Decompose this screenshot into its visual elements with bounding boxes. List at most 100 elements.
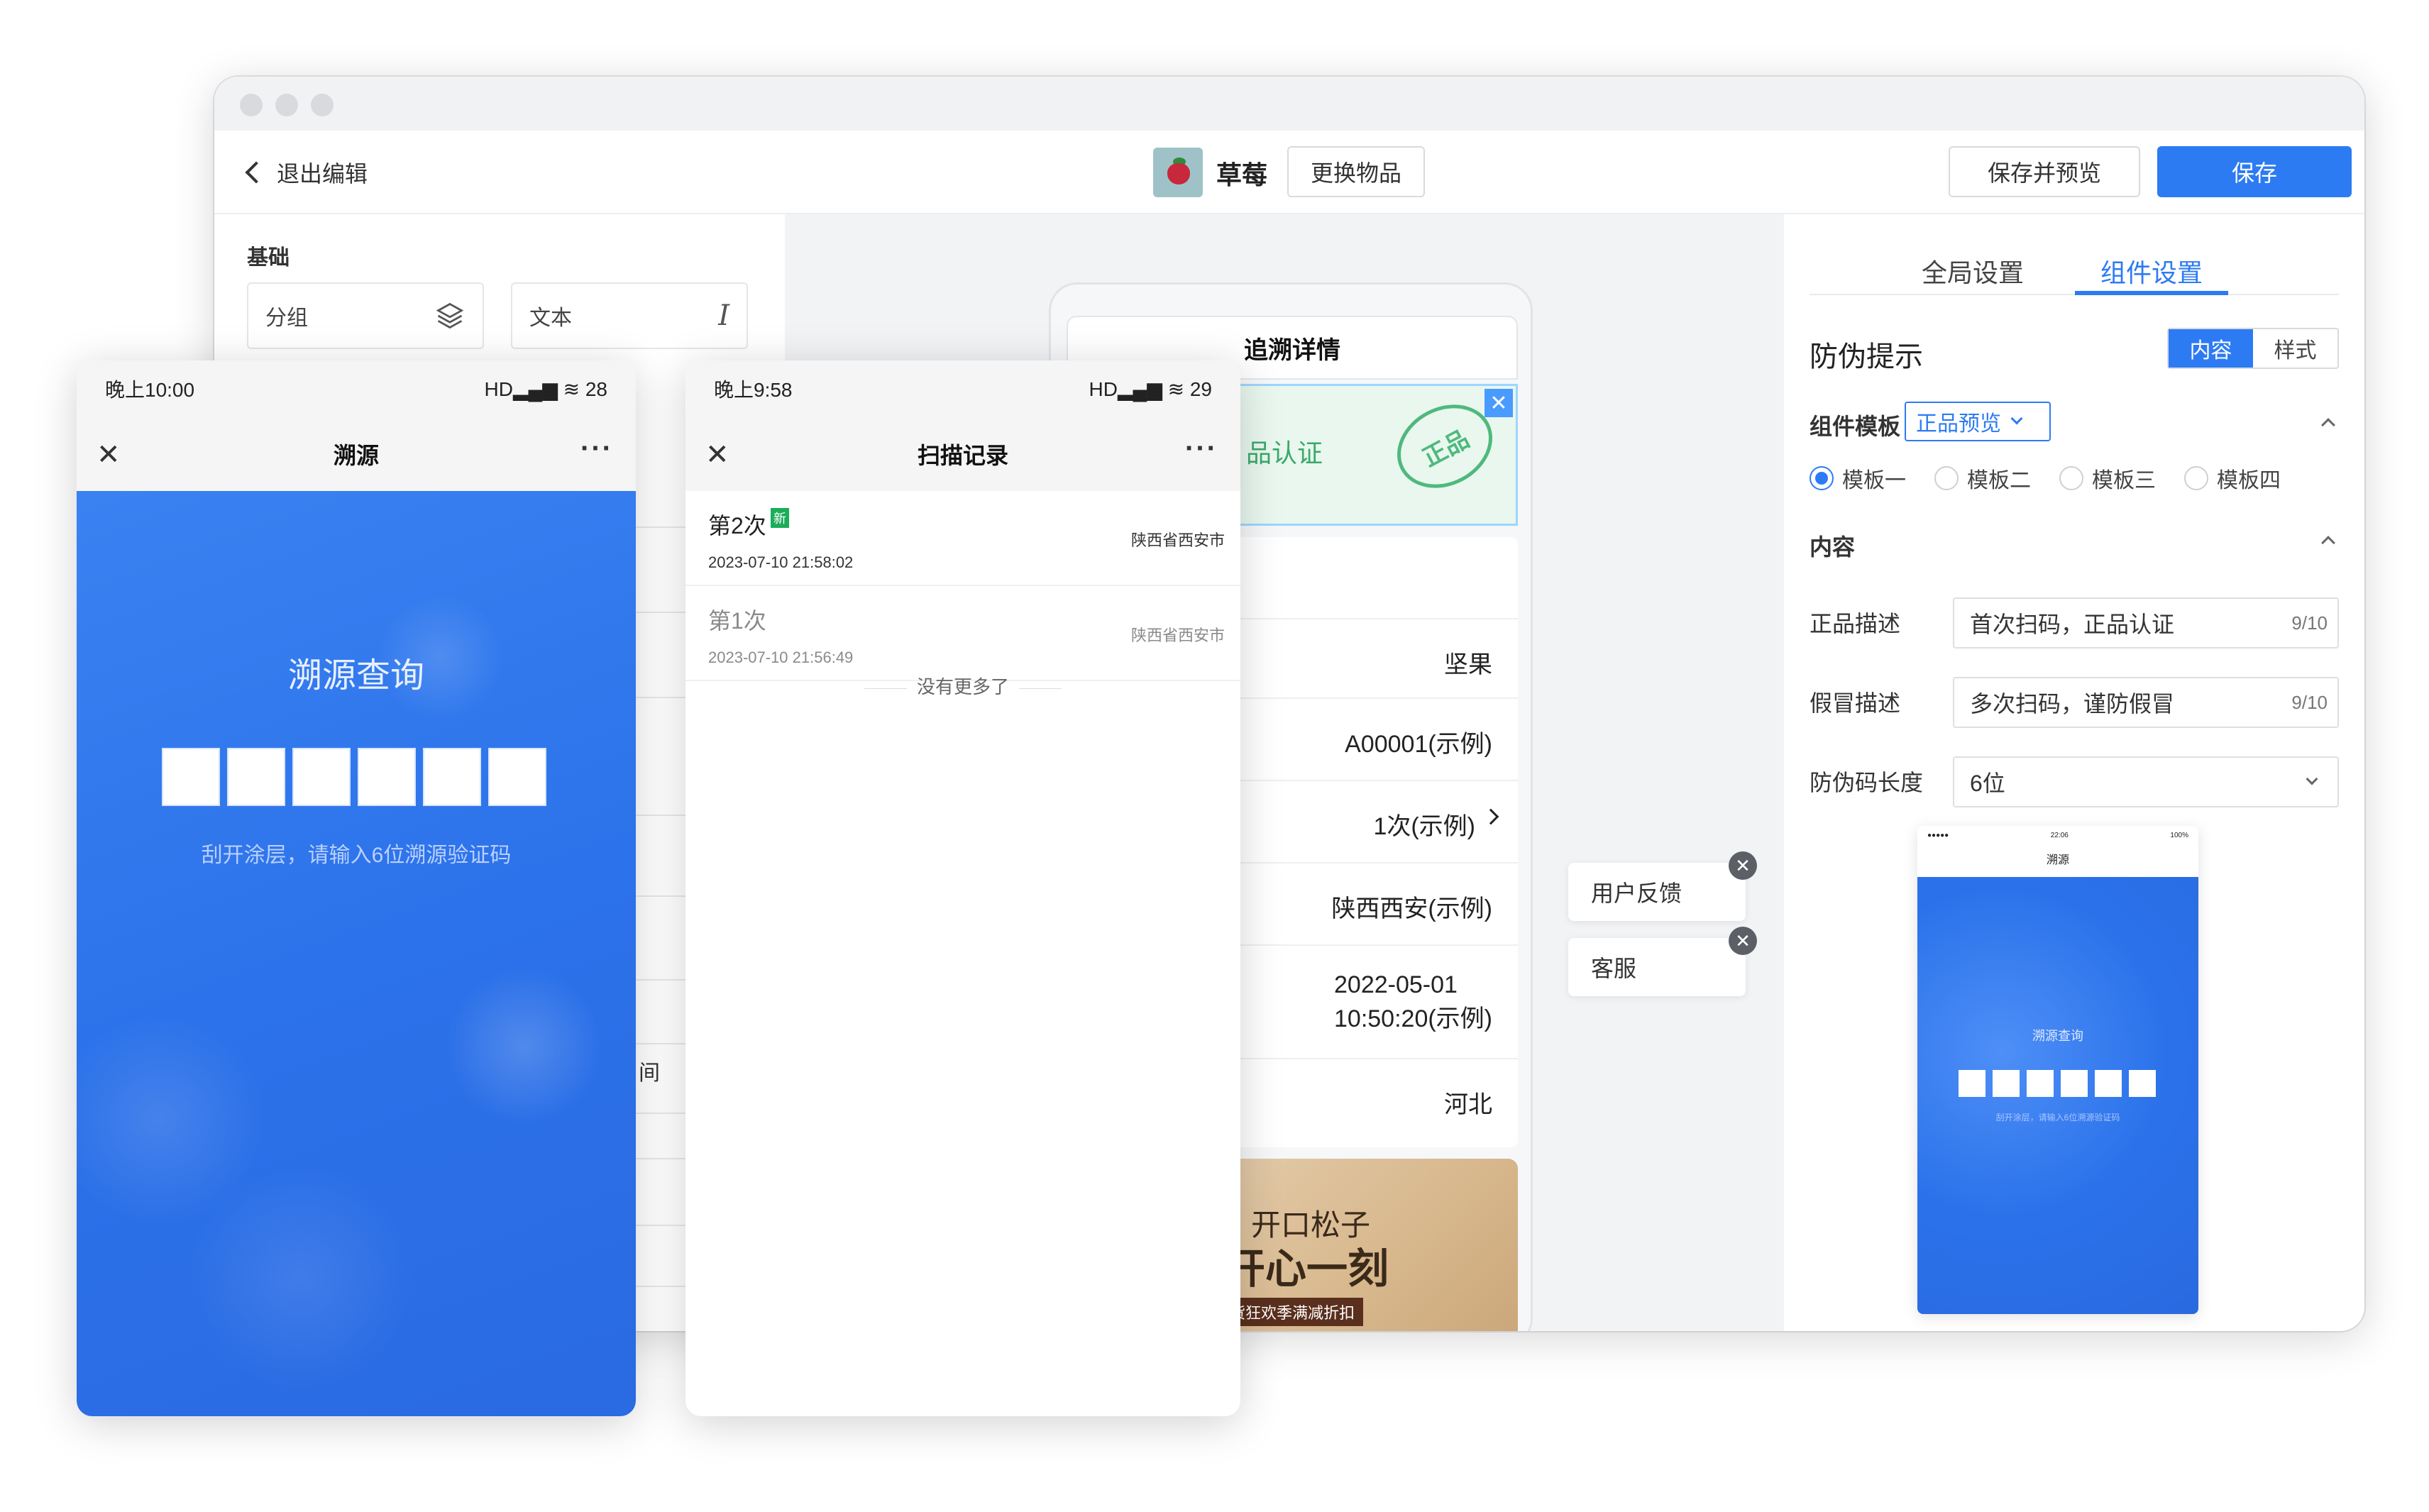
radio-template-2[interactable]: 模板二	[1934, 463, 2031, 494]
fake-desc-label: 假冒描述	[1810, 690, 1901, 716]
fake-desc-count: 9/10	[2291, 691, 2328, 713]
collapse-content-icon[interactable]	[2321, 536, 2335, 550]
change-item-button[interactable]: 更换物品	[1287, 146, 1425, 197]
customer-service-label: 客服	[1591, 956, 1637, 981]
trace-hint: 刮开涂层，请输入6位溯源验证码	[201, 844, 512, 867]
fake-desc-input[interactable]: 多次扫码，谨防假冒 9/10	[1953, 677, 2339, 728]
code-length-select[interactable]: 6位	[1953, 756, 2339, 807]
scan-record-phone: 晚上9:58 HD▂▄▆ ≋ 29 ✕ 扫描记录 ··· 第2次新 2023-0…	[685, 360, 1240, 1416]
mini-title: 溯源	[2046, 854, 2069, 866]
customer-service-button[interactable]: 客服 ✕	[1568, 927, 1757, 996]
genuine-desc-value: 首次扫码，正品认证	[1970, 612, 2175, 637]
genuine-desc-label: 正品描述	[1810, 611, 1901, 636]
genuine-desc-count: 9/10	[2291, 612, 2328, 634]
save-preview-button[interactable]: 保存并预览	[1949, 146, 2140, 197]
scan-location: 陕西省西安市	[1130, 627, 1225, 644]
status-bar: 晚上10:00 HD▂▄▆ ≋ 28	[77, 360, 636, 417]
chevron-down-icon	[2010, 412, 2023, 425]
content-section-label: 内容	[1810, 534, 1856, 560]
scan-time: 2023-07-10 21:58:02	[708, 553, 854, 571]
more-icon[interactable]: ···	[1185, 433, 1218, 465]
exit-edit-label: 退出编辑	[277, 161, 368, 187]
code-length-value: 6位	[1970, 771, 2005, 796]
status-time: 晚上9:58	[714, 379, 793, 401]
info-value: 2022-05-01 10:50:20(示例)	[1334, 971, 1492, 1034]
component-group-label: 分组	[265, 307, 308, 330]
info-value: A00001(示例)	[1345, 731, 1492, 758]
panel-heading: 防伪提示	[1810, 341, 1923, 373]
tab-global-settings[interactable]: 全局设置	[1922, 253, 2024, 289]
template-radio-group: 模板一 模板二 模板三 模板四	[1810, 463, 2309, 494]
radio-template-1[interactable]: 模板一	[1810, 463, 1906, 494]
component-group[interactable]: 分组	[247, 282, 484, 349]
scan-location: 陕西省西安市	[1130, 531, 1225, 549]
template-select-value: 正品预览	[1916, 412, 2001, 436]
chevron-left-icon	[245, 161, 268, 184]
new-badge: 新	[770, 508, 789, 528]
tab-component-settings[interactable]: 组件设置	[2100, 253, 2203, 289]
left-list-stub: 间	[639, 1061, 660, 1085]
code-box[interactable]	[358, 748, 416, 806]
close-icon[interactable]: ✕	[97, 438, 121, 471]
remove-feedback-icon[interactable]: ✕	[1729, 851, 1757, 880]
text-cursor-icon: I	[718, 299, 729, 332]
window-minimize-dot[interactable]	[275, 94, 298, 116]
genuine-desc-input[interactable]: 首次扫码，正品认证 9/10	[1953, 597, 2339, 649]
status-icons: HD▂▄▆ ≋ 28	[484, 377, 607, 400]
promo-line2: 开心一刻	[1224, 1246, 1389, 1292]
seg-style[interactable]: 样式	[2253, 329, 2337, 368]
remove-service-icon[interactable]: ✕	[1729, 927, 1757, 955]
window-zoom-dot[interactable]	[311, 94, 334, 116]
code-box[interactable]	[227, 748, 285, 806]
exit-edit-button[interactable]: 退出编辑	[243, 153, 368, 192]
window-close-dot[interactable]	[240, 94, 263, 116]
trace-navbar: ✕ 溯源 ···	[77, 417, 636, 491]
user-feedback-button[interactable]: 用户反馈 ✕	[1568, 851, 1757, 921]
close-icon[interactable]: ✕	[705, 438, 729, 471]
mini-signal: ●●●●●	[1927, 832, 1949, 839]
info-value: 河北	[1444, 1091, 1492, 1118]
template-select[interactable]: 正品预览	[1905, 402, 2051, 441]
save-button[interactable]: 保存	[2157, 146, 2352, 197]
window-titlebar	[214, 77, 2364, 131]
info-value: 坚果	[1444, 651, 1492, 678]
info-value: 1次(示例)	[1373, 813, 1475, 840]
scan-time: 2023-07-10 21:56:49	[708, 649, 854, 666]
mini-battery: 100%	[2170, 832, 2188, 839]
component-text[interactable]: 文本 I	[511, 282, 748, 349]
settings-panel: 全局设置 组件设置 防伪提示 内容 样式 组件模板 正品预览 模板一 模板二 模…	[1784, 214, 2364, 1331]
collapse-template-icon[interactable]	[2321, 418, 2335, 432]
code-box[interactable]	[162, 748, 220, 806]
list-item[interactable]: 第2次新 2023-07-10 21:58:02 陕西省西安市	[685, 491, 1240, 586]
info-value-date: 2022-05-01	[1334, 971, 1458, 998]
scan-navbar: ✕ 扫描记录 ···	[685, 417, 1240, 491]
radio-template-4[interactable]: 模板四	[2184, 463, 2281, 494]
status-icons: HD▂▄▆ ≋ 29	[1089, 377, 1212, 400]
mini-hint: 刮开涂层，请输入6位溯源验证码	[1995, 1113, 2120, 1122]
item-name: 草莓	[1216, 160, 1268, 189]
no-more-text: 没有更多了	[685, 673, 1240, 699]
component-text-label: 文本	[529, 307, 572, 330]
scan-count: 第1次	[708, 608, 766, 634]
code-box[interactable]	[292, 748, 351, 806]
trace-nav-title: 溯源	[333, 443, 379, 468]
layers-icon	[436, 302, 464, 329]
scan-nav-title: 扫描记录	[917, 443, 1008, 468]
code-box[interactable]	[488, 748, 546, 806]
more-icon[interactable]: ···	[580, 433, 613, 465]
code-box[interactable]	[423, 748, 481, 806]
mini-query: 溯源查询	[2032, 1029, 2083, 1043]
seg-content[interactable]: 内容	[2169, 329, 2253, 368]
settings-tabs: 全局设置 组件设置	[1810, 248, 2339, 295]
list-item[interactable]: 第1次 2023-07-10 21:56:49 陕西省西安市	[685, 586, 1240, 681]
chevron-down-icon	[2306, 773, 2318, 785]
radio-template-3[interactable]: 模板三	[2059, 463, 2156, 494]
template-label: 组件模板	[1810, 414, 1901, 439]
section-title-basic: 基础	[247, 246, 290, 270]
code-length-label: 防伪码长度	[1810, 770, 1924, 795]
fake-desc-value: 多次扫码，谨防假冒	[1970, 691, 2175, 717]
trace-query-title: 溯源查询	[287, 657, 424, 695]
banner-close-icon[interactable]: ✕	[1485, 389, 1513, 417]
status-time: 晚上10:00	[105, 379, 195, 401]
trace-phone: 晚上10:00 HD▂▄▆ ≋ 28 ✕ 溯源 ··· 溯源查询 刮开涂层，请输…	[77, 360, 636, 1416]
